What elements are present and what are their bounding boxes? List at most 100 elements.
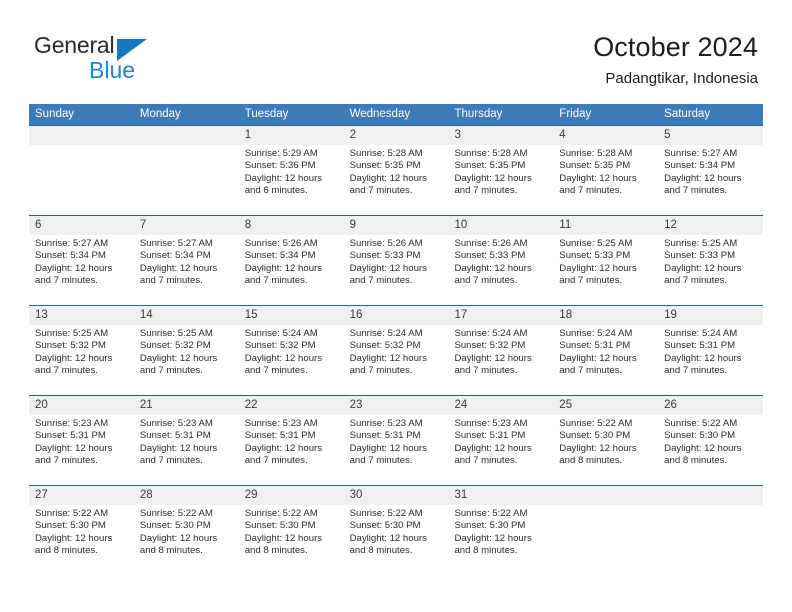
day-number[interactable]: 17 (448, 306, 553, 325)
day-number[interactable]: 1 (239, 126, 344, 145)
day-number[interactable]: 27 (29, 486, 134, 505)
day-number[interactable]: 18 (553, 306, 658, 325)
day-cell[interactable]: Sunrise: 5:26 AM Sunset: 5:34 PM Dayligh… (239, 235, 344, 305)
day-number[interactable]: 10 (448, 216, 553, 235)
weekday-header-friday: Friday (559, 108, 592, 120)
sunset-text: Sunset: 5:30 PM (139, 520, 211, 532)
day-cell[interactable]: Sunrise: 5:23 AM Sunset: 5:31 PM Dayligh… (134, 415, 239, 485)
day-number[interactable]: 16 (344, 306, 449, 325)
day-cell[interactable]: Sunrise: 5:25 AM Sunset: 5:33 PM Dayligh… (658, 235, 763, 305)
daylight-text-line1: Daylight: 12 hours (664, 442, 742, 454)
day-number[interactable]: 8 (239, 216, 344, 235)
sunset-text: Sunset: 5:30 PM (454, 520, 526, 532)
day-number[interactable]: 31 (448, 486, 553, 505)
week-row: 6 7 8 9 10 11 12 Sunrise: 5:27 AM Sunset… (29, 215, 763, 305)
sunrise-text: Sunrise: 5:22 AM (244, 508, 318, 519)
daylight-text-line1: Daylight: 12 hours (559, 172, 637, 184)
daylight-text-line1: Daylight: 12 hours (349, 172, 427, 184)
day-cell[interactable]: Sunrise: 5:22 AM Sunset: 5:30 PM Dayligh… (448, 505, 553, 575)
day-number[interactable]: 25 (553, 396, 658, 415)
sunrise-text: Sunrise: 5:24 AM (454, 328, 528, 339)
daylight-text-line2: and 7 minutes. (244, 455, 308, 467)
sunrise-text: Sunrise: 5:28 AM (454, 148, 528, 159)
day-number[interactable]: 21 (134, 396, 239, 415)
day-cell[interactable]: Sunrise: 5:24 AM Sunset: 5:31 PM Dayligh… (553, 325, 658, 395)
day-number[interactable]: 30 (344, 486, 449, 505)
day-number[interactable]: 26 (658, 396, 763, 415)
day-cell[interactable]: Sunrise: 5:24 AM Sunset: 5:32 PM Dayligh… (448, 325, 553, 395)
daylight-text-line1: Daylight: 12 hours (35, 442, 113, 454)
day-cell[interactable]: Sunrise: 5:23 AM Sunset: 5:31 PM Dayligh… (29, 415, 134, 485)
day-cell[interactable]: Sunrise: 5:27 AM Sunset: 5:34 PM Dayligh… (134, 235, 239, 305)
day-number[interactable]: 9 (344, 216, 449, 235)
day-cell[interactable]: Sunrise: 5:25 AM Sunset: 5:32 PM Dayligh… (134, 325, 239, 395)
day-cell[interactable] (134, 145, 239, 215)
day-cell[interactable]: Sunrise: 5:24 AM Sunset: 5:31 PM Dayligh… (658, 325, 763, 395)
sunrise-text: Sunrise: 5:24 AM (244, 328, 318, 339)
daylight-text-line2: and 7 minutes. (35, 455, 98, 467)
day-number[interactable]: 20 (29, 396, 134, 415)
day-cell[interactable]: Sunrise: 5:22 AM Sunset: 5:30 PM Dayligh… (239, 505, 344, 575)
day-cell[interactable]: Sunrise: 5:23 AM Sunset: 5:31 PM Dayligh… (448, 415, 553, 485)
week-row: 20 21 22 23 24 25 26 Sunrise: 5:23 AM Su… (29, 395, 763, 485)
day-number[interactable]: 24 (448, 396, 553, 415)
sunset-text: Sunset: 5:36 PM (244, 160, 316, 172)
day-cell[interactable] (553, 505, 658, 575)
day-number[interactable]: 22 (239, 396, 344, 415)
day-number[interactable]: 11 (553, 216, 658, 235)
day-cell[interactable]: Sunrise: 5:23 AM Sunset: 5:31 PM Dayligh… (239, 415, 344, 485)
day-number[interactable]: 28 (134, 486, 239, 505)
day-cell[interactable]: Sunrise: 5:22 AM Sunset: 5:30 PM Dayligh… (29, 505, 134, 575)
day-cell[interactable]: Sunrise: 5:26 AM Sunset: 5:33 PM Dayligh… (344, 235, 449, 305)
daylight-text-line2: and 7 minutes. (244, 365, 308, 377)
day-cell[interactable]: Sunrise: 5:22 AM Sunset: 5:30 PM Dayligh… (344, 505, 449, 575)
day-number[interactable]: 14 (134, 306, 239, 325)
day-cell[interactable]: Sunrise: 5:22 AM Sunset: 5:30 PM Dayligh… (134, 505, 239, 575)
day-cell[interactable]: Sunrise: 5:27 AM Sunset: 5:34 PM Dayligh… (29, 235, 134, 305)
day-number[interactable]: 15 (239, 306, 344, 325)
day-cell[interactable]: Sunrise: 5:25 AM Sunset: 5:32 PM Dayligh… (29, 325, 134, 395)
day-cell[interactable] (29, 145, 134, 215)
day-number[interactable] (658, 486, 763, 505)
sunset-text: Sunset: 5:34 PM (664, 160, 736, 172)
daylight-text-line2: and 7 minutes. (559, 365, 623, 377)
day-number[interactable]: 6 (29, 216, 134, 235)
day-cell[interactable]: Sunrise: 5:22 AM Sunset: 5:30 PM Dayligh… (553, 415, 658, 485)
day-number[interactable]: 3 (448, 126, 553, 145)
day-number[interactable]: 5 (658, 126, 763, 145)
daylight-text-line2: and 7 minutes. (35, 365, 98, 377)
day-number[interactable]: 12 (658, 216, 763, 235)
day-number[interactable] (553, 486, 658, 505)
day-cell[interactable]: Sunrise: 5:28 AM Sunset: 5:35 PM Dayligh… (344, 145, 449, 215)
day-number[interactable]: 4 (553, 126, 658, 145)
day-number[interactable]: 29 (239, 486, 344, 505)
day-cell[interactable]: Sunrise: 5:26 AM Sunset: 5:33 PM Dayligh… (448, 235, 553, 305)
sunset-text: Sunset: 5:33 PM (349, 250, 421, 262)
general-blue-logo[interactable]: General Blue (34, 32, 254, 88)
day-number[interactable]: 13 (29, 306, 134, 325)
sunrise-text: Sunrise: 5:24 AM (664, 328, 738, 339)
week-detail-band: Sunrise: 5:25 AM Sunset: 5:32 PM Dayligh… (29, 325, 763, 395)
day-cell[interactable]: Sunrise: 5:25 AM Sunset: 5:33 PM Dayligh… (553, 235, 658, 305)
day-cell[interactable]: Sunrise: 5:24 AM Sunset: 5:32 PM Dayligh… (344, 325, 449, 395)
day-cell[interactable]: Sunrise: 5:28 AM Sunset: 5:35 PM Dayligh… (553, 145, 658, 215)
day-cell[interactable]: Sunrise: 5:27 AM Sunset: 5:34 PM Dayligh… (658, 145, 763, 215)
day-cell[interactable]: Sunrise: 5:23 AM Sunset: 5:31 PM Dayligh… (344, 415, 449, 485)
daylight-text-line1: Daylight: 12 hours (559, 262, 637, 274)
daylight-text-line1: Daylight: 12 hours (349, 352, 427, 364)
day-number[interactable]: 23 (344, 396, 449, 415)
day-number[interactable]: 7 (134, 216, 239, 235)
day-cell[interactable]: Sunrise: 5:29 AM Sunset: 5:36 PM Dayligh… (239, 145, 344, 215)
day-number[interactable] (134, 126, 239, 145)
daylight-text-line2: and 8 minutes. (35, 545, 98, 557)
logo-text-general: General (34, 32, 115, 58)
day-number[interactable] (29, 126, 134, 145)
day-number[interactable]: 19 (658, 306, 763, 325)
day-cell[interactable]: Sunrise: 5:24 AM Sunset: 5:32 PM Dayligh… (239, 325, 344, 395)
day-cell[interactable] (658, 505, 763, 575)
day-number[interactable]: 2 (344, 126, 449, 145)
daylight-text-line2: and 7 minutes. (139, 455, 203, 467)
day-cell[interactable]: Sunrise: 5:28 AM Sunset: 5:35 PM Dayligh… (448, 145, 553, 215)
day-cell[interactable]: Sunrise: 5:22 AM Sunset: 5:30 PM Dayligh… (658, 415, 763, 485)
week-day-number-band: 27 28 29 30 31 (29, 486, 763, 505)
